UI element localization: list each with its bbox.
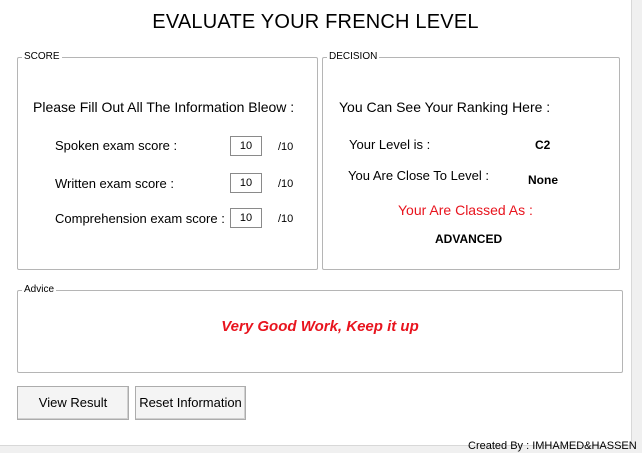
reset-information-button[interactable]: Reset Information [135, 386, 246, 420]
classed-value: ADVANCED [435, 232, 503, 246]
score-group: SCORE Please Fill Out All The Informatio… [17, 51, 318, 270]
window-title: EVALUATE YOUR FRENCH LEVEL [152, 11, 479, 33]
level-label: Your Level is : [349, 137, 431, 152]
written-score-label: Written exam score : [55, 176, 174, 191]
main-panel: EVALUATE YOUR FRENCH LEVEL SCORE Please … [0, 0, 632, 446]
credits-footer: Created By : IMHAMED&HASSEN [468, 440, 637, 452]
score-instruction: Please Fill Out All The Information Bleo… [33, 99, 295, 115]
comprehension-score-input[interactable]: 10 [230, 208, 262, 228]
close-level-label: You Are Close To Level : [348, 168, 489, 183]
decision-group-label: DECISION [327, 51, 380, 63]
spoken-score-suffix: /10 [278, 141, 294, 153]
close-level-value: None [528, 173, 558, 187]
spoken-score-label: Spoken exam score : [55, 138, 178, 153]
comprehension-score-suffix: /10 [278, 213, 294, 225]
score-group-label: SCORE [22, 51, 62, 63]
level-value: C2 [535, 138, 551, 152]
spoken-score-input[interactable]: 10 [230, 136, 262, 156]
written-score-input[interactable]: 10 [230, 173, 262, 193]
advice-message: Very Good Work, Keep it up [221, 318, 419, 335]
classed-label: Your Are Classed As : [398, 202, 533, 218]
comprehension-score-label: Comprehension exam score : [55, 211, 225, 226]
advice-group: Advice Very Good Work, Keep it up [17, 284, 623, 373]
decision-group: DECISION You Can See Your Ranking Here :… [322, 51, 620, 270]
view-result-button[interactable]: View Result [17, 386, 129, 420]
decision-heading: You Can See Your Ranking Here : [339, 99, 551, 115]
written-score-suffix: /10 [278, 178, 294, 190]
advice-group-label: Advice [22, 284, 57, 296]
